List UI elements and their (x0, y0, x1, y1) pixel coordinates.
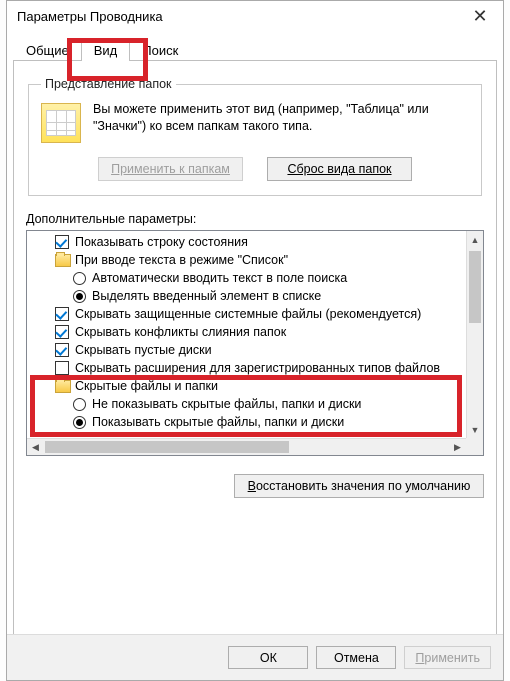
scroll-right-icon[interactable]: ▶ (449, 439, 466, 455)
radio-icon[interactable] (73, 398, 86, 411)
checkbox-icon[interactable] (55, 325, 69, 339)
tab-general[interactable]: Общие (13, 39, 82, 61)
tree-item[interactable]: Скрывать пустые диски (33, 341, 479, 359)
advanced-settings-tree[interactable]: Показывать строку состояния При вводе те… (26, 230, 484, 456)
group-folder-view: Представление папок Вы можете применить … (28, 77, 482, 196)
radio-icon[interactable] (73, 290, 86, 303)
group-description: Вы можете применить этот вид (например, … (93, 101, 469, 135)
checkbox-icon[interactable] (55, 361, 69, 375)
apply-to-folders-button: Применить к папкам (98, 157, 243, 181)
radio-icon[interactable] (73, 416, 86, 429)
group-title: Представление папок (41, 77, 176, 91)
titlebar: Параметры Проводника ✕ (7, 1, 503, 31)
tree-item[interactable]: Автоматически вводить текст в поле поиск… (33, 269, 479, 287)
tab-strip: Общие Вид Поиск (7, 35, 503, 61)
reset-folder-view-button[interactable]: Сброс вида папок (267, 157, 412, 181)
scroll-corner (466, 438, 483, 455)
tree-item[interactable]: Показывать скрытые файлы, папки и диски (33, 413, 479, 431)
folder-icon (55, 254, 71, 267)
tree-item[interactable]: Скрывать конфликты слияния папок (33, 323, 479, 341)
tree-item[interactable]: Показывать строку состояния (33, 233, 479, 251)
scroll-down-icon[interactable]: ▼ (467, 421, 483, 438)
restore-label: осстановить значения по умолчанию (256, 479, 470, 493)
tree-item[interactable]: Скрывать расширения для зарегистрированн… (33, 359, 479, 377)
apply-button: Применить (404, 646, 491, 669)
scroll-up-icon[interactable]: ▲ (467, 231, 483, 248)
checkbox-icon[interactable] (55, 235, 69, 249)
folder-icon (55, 380, 71, 393)
tree-item[interactable]: Выделять введенный элемент в списке (33, 287, 479, 305)
dialog-window: Параметры Проводника ✕ Общие Вид Поиск П… (6, 0, 504, 681)
tab-search[interactable]: Поиск (129, 39, 191, 61)
tab-panel-view: Представление папок Вы можете применить … (13, 60, 497, 638)
scroll-left-icon[interactable]: ◀ (27, 439, 44, 455)
radio-icon[interactable] (73, 272, 86, 285)
folder-view-icon (41, 103, 81, 143)
advanced-label: Дополнительные параметры: (26, 212, 484, 226)
scroll-thumb[interactable] (45, 441, 289, 453)
horizontal-scrollbar[interactable]: ◀ ▶ (27, 438, 483, 455)
tree-item[interactable]: Скрывать защищенные системные файлы (рек… (33, 305, 479, 323)
dialog-footer: ОК Отмена Применить (7, 634, 503, 680)
tree-item[interactable]: Не показывать скрытые файлы, папки и дис… (33, 395, 479, 413)
ok-button[interactable]: ОК (228, 646, 308, 669)
checkbox-icon[interactable] (55, 343, 69, 357)
restore-defaults-button[interactable]: Восстановить значения по умолчанию (234, 474, 484, 498)
vertical-scrollbar[interactable]: ▲ ▼ (466, 231, 483, 438)
checkbox-icon[interactable] (55, 307, 69, 321)
tree-item[interactable]: Скрытые файлы и папки (33, 377, 479, 395)
tree-item[interactable]: При вводе текста в режиме "Список" (33, 251, 479, 269)
dialog-title: Параметры Проводника (17, 9, 163, 24)
scroll-thumb[interactable] (469, 251, 481, 323)
cancel-button[interactable]: Отмена (316, 646, 396, 669)
tab-view[interactable]: Вид (81, 39, 131, 61)
close-icon[interactable]: ✕ (465, 1, 495, 31)
